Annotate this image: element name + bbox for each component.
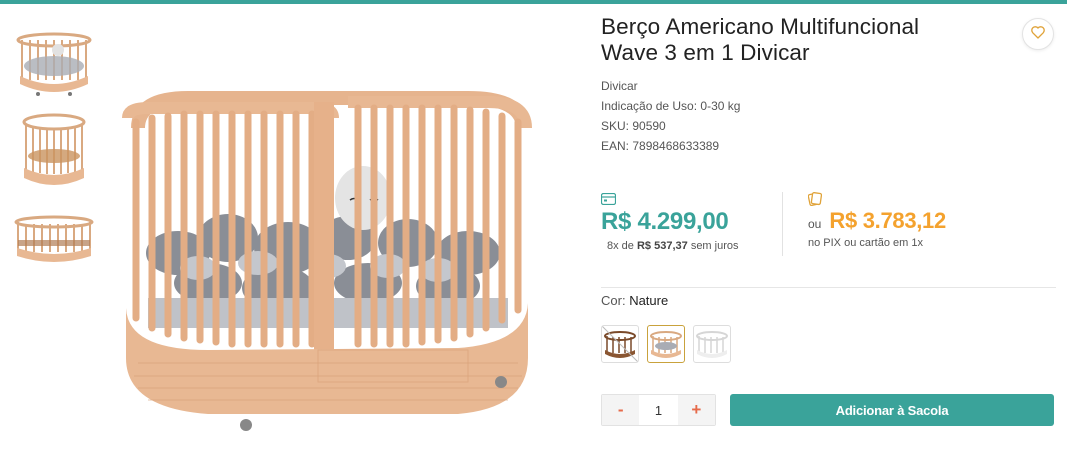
product-meta: Divicar Indicação de Uso: 0-30 kg SKU: 9… <box>601 76 740 156</box>
favorite-button[interactable] <box>1022 18 1054 50</box>
add-to-bag-button[interactable]: Adicionar à Sacola <box>730 394 1054 426</box>
color-swatches <box>601 325 739 363</box>
product-info-panel: Berço Americano Multifuncional Wave 3 em… <box>600 14 1056 426</box>
top-accent-bar <box>0 0 1067 4</box>
card-price-section: R$ 4.299,00 8x de R$ 537,37 sem juros <box>600 192 781 252</box>
pix-or-text: ou <box>808 217 822 231</box>
quantity-increase-button[interactable]: + <box>677 395 716 425</box>
heart-icon <box>1030 24 1046 45</box>
card-price: R$ 4.299,00 <box>601 208 729 235</box>
product-sku: SKU: 90590 <box>601 119 666 133</box>
thumbnail-crib-side[interactable] <box>14 204 94 274</box>
product-title: Berço Americano Multifuncional Wave 3 em… <box>601 14 920 65</box>
quantity-input[interactable]: 1 <box>639 395 678 425</box>
installments-suffix: sem juros <box>690 240 739 252</box>
swatch-white[interactable] <box>693 325 731 363</box>
product-ean: EAN: 7898468633389 <box>601 139 720 153</box>
color-label: Cor: Nature <box>601 293 668 308</box>
pix-price-section: ou R$ 3.783,12 no PIX ou cartão em 1x <box>807 192 1048 249</box>
pix-note: no PIX ou cartão em 1x <box>808 237 923 249</box>
swatch-nature[interactable] <box>647 325 685 363</box>
installments-value: R$ 537,37 <box>636 240 688 252</box>
thumbnail-crib-front[interactable] <box>14 28 94 98</box>
main-product-image[interactable] <box>118 88 538 438</box>
pix-icon <box>807 192 823 207</box>
section-divider <box>601 287 1056 288</box>
pix-price-line: ou R$ 3.783,12 <box>808 208 1048 234</box>
thumbnail-crib-round[interactable] <box>14 110 94 192</box>
credit-card-icon <box>600 192 617 206</box>
color-selected-value: Nature <box>629 293 669 308</box>
quantity-decrease-button[interactable]: - <box>602 395 640 425</box>
product-usage: Indicação de Uso: 0-30 kg <box>601 99 741 113</box>
pix-price: R$ 3.783,12 <box>829 208 946 233</box>
color-label-prefix: Cor: <box>601 293 626 308</box>
price-block: R$ 4.299,00 8x de R$ 537,37 sem juros ou… <box>600 192 1056 278</box>
swatch-walnut[interactable] <box>601 325 639 363</box>
product-brand: Divicar <box>601 79 638 93</box>
quantity-stepper: - 1 + <box>601 394 716 426</box>
price-divider <box>782 192 783 256</box>
installments-text: 8x de R$ 537,37 sem juros <box>601 240 781 252</box>
installments-prefix: 8x de <box>607 240 634 252</box>
thumbnail-gallery <box>14 28 96 286</box>
